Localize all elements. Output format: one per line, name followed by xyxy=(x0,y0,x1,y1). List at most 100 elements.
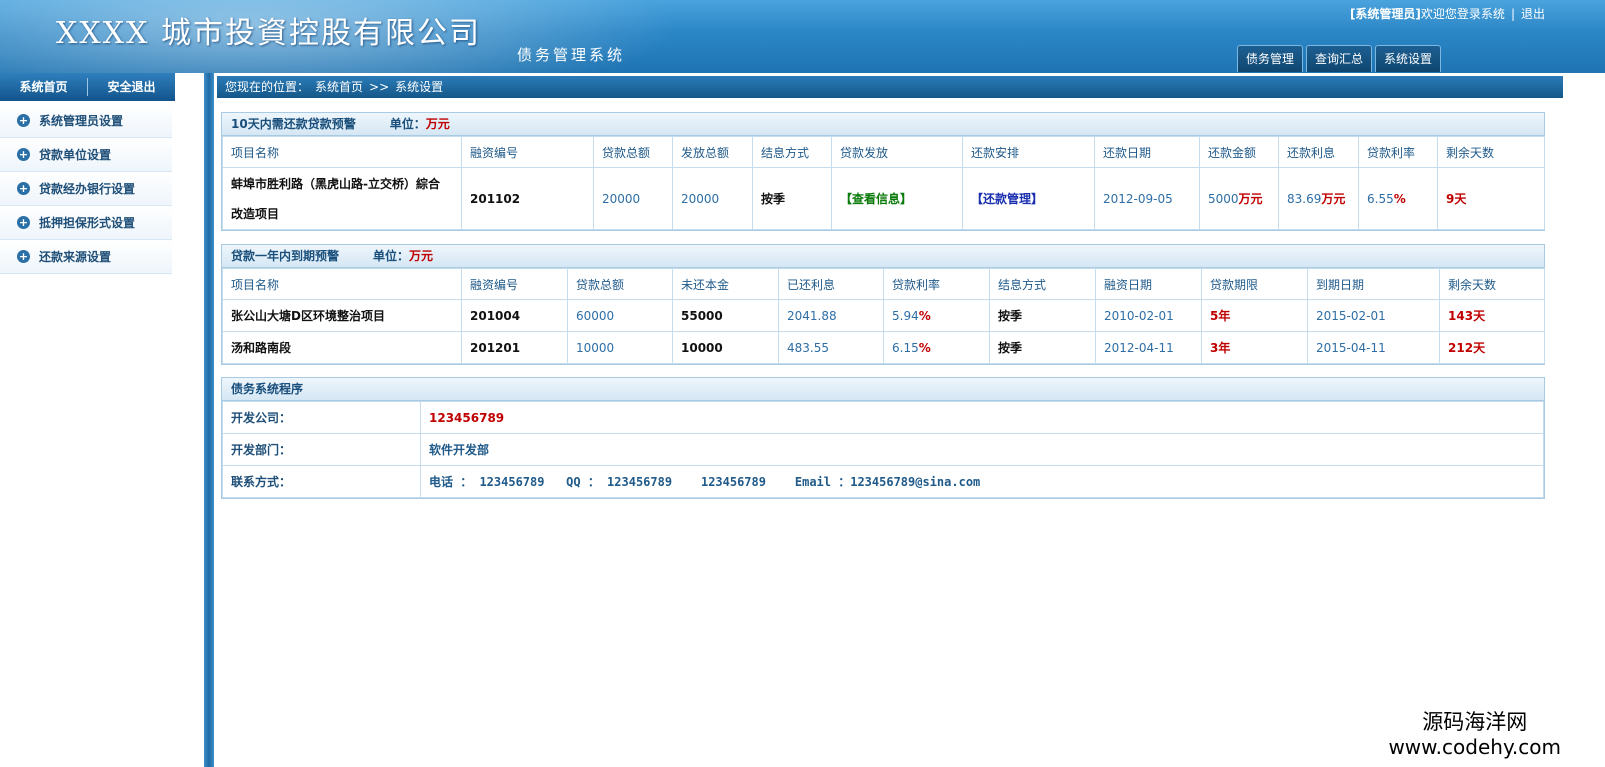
breadcrumb-prefix: 您现在的位置： xyxy=(225,80,310,94)
loan-total-cell: 60000 xyxy=(567,299,673,332)
sidebar-menu: + 系统管理员设置 + 贷款单位设置 + 贷款经办银行设置 + 抵押担保形式设置… xyxy=(0,104,172,274)
remaining-days-value: 212 xyxy=(1448,341,1474,355)
loan-term-unit: 年 xyxy=(1218,309,1231,323)
tab-query-summary[interactable]: 查询汇总 xyxy=(1306,45,1373,72)
col-header: 剩余天数 xyxy=(1437,136,1545,168)
col-header: 到期日期 xyxy=(1307,268,1440,300)
sidebar-item-repay-source-settings[interactable]: + 还款来源设置 xyxy=(0,240,172,274)
dev-dept-value: 软件开发部 xyxy=(420,433,1544,466)
tab-debt-management[interactable]: 债务管理 xyxy=(1237,45,1304,72)
contact-label: 联系方式： xyxy=(222,465,421,498)
company-title: XXXX 城市投資控股有限公司 xyxy=(56,16,481,51)
col-header: 贷款总额 xyxy=(593,136,673,168)
plus-circle-icon: + xyxy=(17,250,30,263)
col-header: 还款金额 xyxy=(1199,136,1279,168)
issued-total-cell: 20000 xyxy=(672,167,753,230)
loan-term-cell: 3年 xyxy=(1201,331,1308,364)
loan-rate-value: 5.94 xyxy=(892,308,919,323)
table-row: 张公山大塘D区环境整治项目 201004 60000 55000 2041.88… xyxy=(222,299,1545,332)
col-header: 贷款期限 xyxy=(1201,268,1308,300)
col-header: 融资编号 xyxy=(461,136,594,168)
view-info-link[interactable]: 【查看信息】 xyxy=(840,192,912,206)
repay-warning-table: 项目名称 融资编号 贷款总额 发放总额 结息方式 贷款发放 还款安排 还款日期 … xyxy=(222,136,1545,230)
interest-method-cell: 按季 xyxy=(752,167,832,230)
remaining-days-value: 143 xyxy=(1448,309,1474,323)
col-header: 融资日期 xyxy=(1095,268,1202,300)
table-header-row: 项目名称 融资编号 贷款总额 发放总额 结息方式 贷款发放 还款安排 还款日期 … xyxy=(222,136,1545,168)
repay-amount-cell: 5000万元 xyxy=(1199,167,1279,230)
col-header: 贷款利率 xyxy=(883,268,990,300)
logout-link[interactable]: 退出 xyxy=(1521,7,1545,21)
repay-interest-unit: 万元 xyxy=(1321,192,1346,206)
sidebar-item-label: 还款来源设置 xyxy=(39,250,112,264)
breadcrumb-home[interactable]: 系统首页 xyxy=(315,80,363,94)
dev-dept-label: 开发部门： xyxy=(222,433,421,466)
repay-date-cell: 2012-09-05 xyxy=(1094,167,1200,230)
sidebar-item-admin-settings[interactable]: + 系统管理员设置 xyxy=(0,104,172,138)
col-header: 发放总额 xyxy=(672,136,753,168)
interest-paid-cell: 2041.88 xyxy=(778,299,884,332)
sidebar-item-guarantee-settings[interactable]: + 抵押担保形式设置 xyxy=(0,206,172,240)
panel-title: 10天内需还款贷款预警 单位：万元 xyxy=(222,113,1544,136)
sidebar-splitter[interactable] xyxy=(204,73,214,767)
repay-interest-value: 83.69 xyxy=(1287,192,1322,206)
finance-code-cell: 201004 xyxy=(461,299,568,332)
col-header: 已还利息 xyxy=(778,268,884,300)
safe-exit-button[interactable]: 安全退出 xyxy=(88,73,175,101)
unit-label: 单位： xyxy=(373,249,410,263)
plus-circle-icon: + xyxy=(17,216,30,229)
watermark-line1: 源码海洋网 xyxy=(1422,710,1528,734)
interest-method-cell: 按季 xyxy=(989,299,1096,332)
user-info: [系统管理员]欢迎您登录系统 | 退出 xyxy=(1350,5,1545,22)
plus-circle-icon: + xyxy=(17,148,30,161)
col-header: 项目名称 xyxy=(222,136,462,168)
unit-value: 万元 xyxy=(425,117,450,131)
loan-rate-unit: % xyxy=(1393,191,1406,206)
finance-date-cell: 2010-02-01 xyxy=(1095,299,1202,332)
sidebar-item-label: 抵押担保形式设置 xyxy=(39,216,136,230)
finance-date-cell: 2012-04-11 xyxy=(1095,331,1202,364)
col-header: 贷款总额 xyxy=(567,268,673,300)
col-header: 项目名称 xyxy=(222,268,462,300)
col-header: 贷款发放 xyxy=(831,136,963,168)
due-warning-table: 项目名称 融资编号 贷款总额 未还本金 已还利息 贷款利率 结息方式 融资日期 … xyxy=(222,268,1545,364)
user-role: [系统管理员] xyxy=(1349,7,1421,21)
loan-rate-cell: 6.15% xyxy=(883,331,990,364)
col-header: 还款日期 xyxy=(1094,136,1200,168)
remaining-days-unit: 天 xyxy=(1473,309,1486,323)
sidebar-item-loan-unit-settings[interactable]: + 贷款单位设置 xyxy=(0,138,172,172)
due-date-cell: 2015-02-01 xyxy=(1307,299,1440,332)
repay-plan-cell: 【还款管理】 xyxy=(962,167,1095,230)
table-row: 汤和路南段 201201 10000 10000 483.55 6.15% 按季… xyxy=(222,331,1545,364)
remaining-days-cell: 143天 xyxy=(1439,299,1545,332)
loan-rate-value: 6.15 xyxy=(892,340,919,355)
project-name-cell: 张公山大塘D区环境整治项目 xyxy=(222,299,462,332)
panel-title-text: 贷款一年内到期预警 xyxy=(231,249,340,263)
system-info-table: 开发公司： 123456789 开发部门： 软件开发部 联系方式： 电话 ： 1… xyxy=(222,401,1544,498)
repay-amount-value: 5000 xyxy=(1208,192,1239,206)
principal-cell: 55000 xyxy=(672,299,779,332)
remaining-days-unit: 天 xyxy=(1473,341,1486,355)
info-row: 开发公司： 123456789 xyxy=(222,401,1544,434)
finance-code-cell: 201102 xyxy=(461,167,594,230)
principal-cell: 10000 xyxy=(672,331,779,364)
finance-code-cell: 201201 xyxy=(461,331,568,364)
col-header: 还款利息 xyxy=(1278,136,1359,168)
project-name-cell: 汤和路南段 xyxy=(222,331,462,364)
col-header: 未还本金 xyxy=(672,268,779,300)
repay-warning-panel: 10天内需还款贷款预警 单位：万元 项目名称 融资编号 贷款总额 发放总额 结息方… xyxy=(221,112,1545,231)
system-home-button[interactable]: 系统首页 xyxy=(0,73,87,101)
info-row: 开发部门： 软件开发部 xyxy=(222,433,1544,466)
col-header: 贷款利率 xyxy=(1358,136,1438,168)
loan-issue-cell: 【查看信息】 xyxy=(831,167,963,230)
plus-circle-icon: + xyxy=(17,114,30,127)
project-name-line2: 改造项目 xyxy=(231,206,280,221)
tab-system-settings[interactable]: 系统设置 xyxy=(1375,45,1442,72)
loan-rate-unit: % xyxy=(918,340,931,355)
panel-title: 贷款一年内到期预警 单位：万元 xyxy=(222,245,1544,268)
loan-term-cell: 5年 xyxy=(1201,299,1308,332)
loan-rate-cell: 5.94% xyxy=(883,299,990,332)
system-info-panel: 债务系统程序 开发公司： 123456789 开发部门： 软件开发部 联系方式：… xyxy=(221,377,1545,499)
repay-manage-link[interactable]: 【还款管理】 xyxy=(971,192,1043,206)
sidebar-item-bank-settings[interactable]: + 贷款经办银行设置 xyxy=(0,172,172,206)
